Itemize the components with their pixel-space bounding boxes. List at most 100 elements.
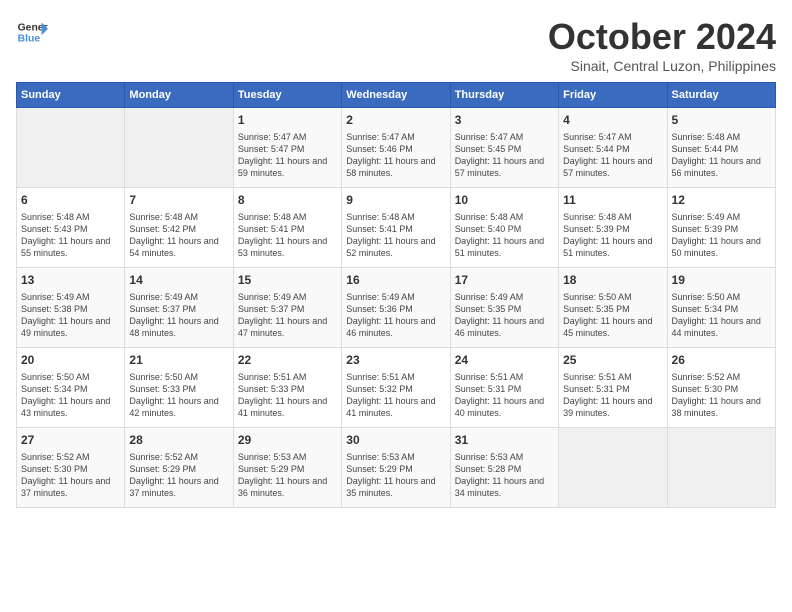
sunrise: Sunrise: 5:51 AM	[563, 371, 662, 383]
sunset: Sunset: 5:37 PM	[238, 303, 337, 315]
sunrise: Sunrise: 5:47 AM	[346, 131, 445, 143]
sunrise: Sunrise: 5:52 AM	[21, 451, 120, 463]
sunset: Sunset: 5:47 PM	[238, 143, 337, 155]
sunrise: Sunrise: 5:49 AM	[346, 291, 445, 303]
sunrise: Sunrise: 5:50 AM	[129, 371, 228, 383]
sunset: Sunset: 5:35 PM	[455, 303, 554, 315]
daylight: Daylight: 11 hours and 46 minutes.	[455, 315, 554, 339]
calendar-cell: 14 Sunrise: 5:49 AM Sunset: 5:37 PM Dayl…	[125, 268, 233, 348]
sunset: Sunset: 5:33 PM	[129, 383, 228, 395]
daylight: Daylight: 11 hours and 56 minutes.	[672, 155, 771, 179]
sunset: Sunset: 5:44 PM	[672, 143, 771, 155]
daylight: Daylight: 11 hours and 43 minutes.	[21, 395, 120, 419]
daylight: Daylight: 11 hours and 41 minutes.	[346, 395, 445, 419]
day-number: 29	[238, 432, 337, 449]
calendar-cell: 16 Sunrise: 5:49 AM Sunset: 5:36 PM Dayl…	[342, 268, 450, 348]
sunrise: Sunrise: 5:50 AM	[672, 291, 771, 303]
day-info: Sunrise: 5:49 AM Sunset: 5:39 PM Dayligh…	[672, 211, 771, 260]
calendar-cell: 12 Sunrise: 5:49 AM Sunset: 5:39 PM Dayl…	[667, 188, 775, 268]
daylight: Daylight: 11 hours and 51 minutes.	[563, 235, 662, 259]
sunrise: Sunrise: 5:51 AM	[455, 371, 554, 383]
day-number: 28	[129, 432, 228, 449]
sunrise: Sunrise: 5:48 AM	[129, 211, 228, 223]
day-info: Sunrise: 5:47 AM Sunset: 5:44 PM Dayligh…	[563, 131, 662, 180]
sunrise: Sunrise: 5:52 AM	[129, 451, 228, 463]
calendar-cell: 29 Sunrise: 5:53 AM Sunset: 5:29 PM Dayl…	[233, 428, 341, 508]
day-number: 10	[455, 192, 554, 209]
sunrise: Sunrise: 5:49 AM	[238, 291, 337, 303]
day-info: Sunrise: 5:52 AM Sunset: 5:29 PM Dayligh…	[129, 451, 228, 500]
sunrise: Sunrise: 5:48 AM	[21, 211, 120, 223]
daylight: Daylight: 11 hours and 58 minutes.	[346, 155, 445, 179]
daylight: Daylight: 11 hours and 42 minutes.	[129, 395, 228, 419]
calendar-cell: 23 Sunrise: 5:51 AM Sunset: 5:32 PM Dayl…	[342, 348, 450, 428]
week-row-0: 1 Sunrise: 5:47 AM Sunset: 5:47 PM Dayli…	[17, 108, 776, 188]
day-number: 11	[563, 192, 662, 209]
sunrise: Sunrise: 5:48 AM	[563, 211, 662, 223]
day-info: Sunrise: 5:48 AM Sunset: 5:43 PM Dayligh…	[21, 211, 120, 260]
daylight: Daylight: 11 hours and 54 minutes.	[129, 235, 228, 259]
day-info: Sunrise: 5:49 AM Sunset: 5:36 PM Dayligh…	[346, 291, 445, 340]
day-info: Sunrise: 5:49 AM Sunset: 5:37 PM Dayligh…	[238, 291, 337, 340]
day-number: 24	[455, 352, 554, 369]
header-day-thursday: Thursday	[450, 83, 558, 108]
sunset: Sunset: 5:38 PM	[21, 303, 120, 315]
day-number: 12	[672, 192, 771, 209]
calendar-body: 1 Sunrise: 5:47 AM Sunset: 5:47 PM Dayli…	[17, 108, 776, 508]
sunset: Sunset: 5:29 PM	[238, 463, 337, 475]
calendar-cell: 30 Sunrise: 5:53 AM Sunset: 5:29 PM Dayl…	[342, 428, 450, 508]
location-subtitle: Sinait, Central Luzon, Philippines	[548, 58, 776, 74]
daylight: Daylight: 11 hours and 44 minutes.	[672, 315, 771, 339]
day-number: 22	[238, 352, 337, 369]
calendar-cell: 26 Sunrise: 5:52 AM Sunset: 5:30 PM Dayl…	[667, 348, 775, 428]
day-info: Sunrise: 5:47 AM Sunset: 5:47 PM Dayligh…	[238, 131, 337, 180]
calendar-cell: 13 Sunrise: 5:49 AM Sunset: 5:38 PM Dayl…	[17, 268, 125, 348]
daylight: Daylight: 11 hours and 36 minutes.	[238, 475, 337, 499]
daylight: Daylight: 11 hours and 39 minutes.	[563, 395, 662, 419]
day-number: 9	[346, 192, 445, 209]
page-header: General Blue October 2024 Sinait, Centra…	[16, 16, 776, 74]
sunrise: Sunrise: 5:48 AM	[455, 211, 554, 223]
sunset: Sunset: 5:45 PM	[455, 143, 554, 155]
day-info: Sunrise: 5:50 AM Sunset: 5:34 PM Dayligh…	[21, 371, 120, 420]
daylight: Daylight: 11 hours and 45 minutes.	[563, 315, 662, 339]
sunrise: Sunrise: 5:51 AM	[238, 371, 337, 383]
sunrise: Sunrise: 5:48 AM	[672, 131, 771, 143]
day-info: Sunrise: 5:49 AM Sunset: 5:37 PM Dayligh…	[129, 291, 228, 340]
header-day-sunday: Sunday	[17, 83, 125, 108]
day-info: Sunrise: 5:51 AM Sunset: 5:33 PM Dayligh…	[238, 371, 337, 420]
sunrise: Sunrise: 5:53 AM	[238, 451, 337, 463]
sunrise: Sunrise: 5:47 AM	[563, 131, 662, 143]
calendar-cell: 9 Sunrise: 5:48 AM Sunset: 5:41 PM Dayli…	[342, 188, 450, 268]
day-number: 7	[129, 192, 228, 209]
sunset: Sunset: 5:44 PM	[563, 143, 662, 155]
daylight: Daylight: 11 hours and 37 minutes.	[21, 475, 120, 499]
sunrise: Sunrise: 5:47 AM	[455, 131, 554, 143]
day-number: 4	[563, 112, 662, 129]
daylight: Daylight: 11 hours and 52 minutes.	[346, 235, 445, 259]
day-info: Sunrise: 5:53 AM Sunset: 5:29 PM Dayligh…	[238, 451, 337, 500]
day-number: 14	[129, 272, 228, 289]
day-number: 20	[21, 352, 120, 369]
calendar-table: SundayMondayTuesdayWednesdayThursdayFrid…	[16, 82, 776, 508]
header-day-wednesday: Wednesday	[342, 83, 450, 108]
daylight: Daylight: 11 hours and 49 minutes.	[21, 315, 120, 339]
sunrise: Sunrise: 5:47 AM	[238, 131, 337, 143]
sunrise: Sunrise: 5:51 AM	[346, 371, 445, 383]
day-info: Sunrise: 5:48 AM Sunset: 5:42 PM Dayligh…	[129, 211, 228, 260]
calendar-cell: 20 Sunrise: 5:50 AM Sunset: 5:34 PM Dayl…	[17, 348, 125, 428]
day-info: Sunrise: 5:50 AM Sunset: 5:33 PM Dayligh…	[129, 371, 228, 420]
sunrise: Sunrise: 5:48 AM	[238, 211, 337, 223]
daylight: Daylight: 11 hours and 40 minutes.	[455, 395, 554, 419]
day-info: Sunrise: 5:51 AM Sunset: 5:31 PM Dayligh…	[563, 371, 662, 420]
sunrise: Sunrise: 5:50 AM	[21, 371, 120, 383]
calendar-cell: 18 Sunrise: 5:50 AM Sunset: 5:35 PM Dayl…	[559, 268, 667, 348]
day-info: Sunrise: 5:48 AM Sunset: 5:40 PM Dayligh…	[455, 211, 554, 260]
day-number: 19	[672, 272, 771, 289]
svg-text:Blue: Blue	[18, 34, 41, 45]
sunset: Sunset: 5:29 PM	[129, 463, 228, 475]
day-info: Sunrise: 5:51 AM Sunset: 5:31 PM Dayligh…	[455, 371, 554, 420]
sunset: Sunset: 5:36 PM	[346, 303, 445, 315]
day-number: 26	[672, 352, 771, 369]
day-info: Sunrise: 5:50 AM Sunset: 5:34 PM Dayligh…	[672, 291, 771, 340]
